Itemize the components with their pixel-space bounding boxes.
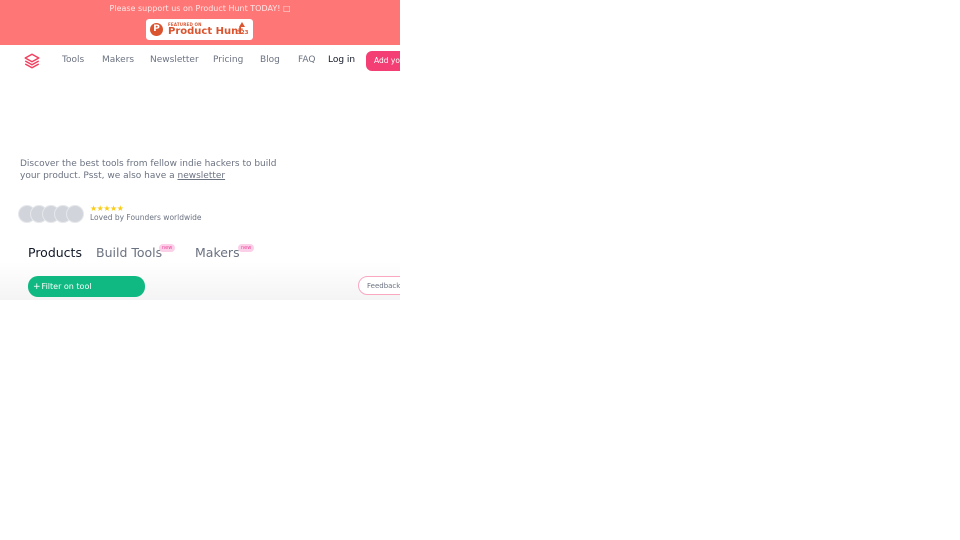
- login-link[interactable]: Log in: [328, 55, 355, 65]
- promo-banner: Please support us on Product Hunt TODAY!…: [0, 0, 400, 45]
- loved-by-text: Loved by Founders worldwide: [90, 213, 202, 222]
- product-hunt-logo-icon: P: [150, 23, 163, 36]
- nav-link-newsletter[interactable]: Newsletter: [150, 55, 199, 65]
- rating-stars-icon: ★★★★★: [90, 204, 124, 213]
- ph-upvote-count: 323: [237, 30, 249, 36]
- avatar: [66, 205, 84, 223]
- top-nav: Tools Makers Newsletter Pricing Blog FAQ…: [0, 45, 400, 77]
- description-text: Discover the best tools from fellow indi…: [20, 159, 277, 181]
- ph-name: Product Hunt: [168, 26, 243, 37]
- nav-link-pricing[interactable]: Pricing: [213, 55, 243, 65]
- product-hunt-badge[interactable]: P FEATURED ON Product Hunt 323: [146, 19, 253, 40]
- upvote-arrow-icon: [239, 22, 245, 27]
- tab-build-tools[interactable]: Build Tools: [96, 245, 162, 260]
- tab-products[interactable]: Products: [28, 245, 82, 260]
- feedback-button[interactable]: Feedback: [358, 276, 400, 295]
- new-badge: new: [159, 244, 176, 252]
- filter-on-tool-button[interactable]: +Filter on tool: [28, 276, 145, 297]
- nav-link-faq[interactable]: FAQ: [298, 55, 315, 65]
- plus-icon: +: [33, 282, 41, 292]
- avatar-group: [18, 205, 88, 224]
- nav-link-tools[interactable]: Tools: [62, 55, 84, 65]
- browser-viewport: Please support us on Product Hunt TODAY!…: [0, 0, 400, 300]
- tab-makers[interactable]: Makers: [195, 245, 240, 260]
- filter-label: Filter on tool: [41, 282, 92, 291]
- new-badge: new: [238, 244, 255, 252]
- stack-layers-icon[interactable]: [23, 52, 41, 70]
- newsletter-link[interactable]: newsletter: [177, 171, 225, 181]
- nav-link-blog[interactable]: Blog: [260, 55, 280, 65]
- add-tool-button[interactable]: Add your: [366, 51, 400, 71]
- banner-text: Please support us on Product Hunt TODAY!…: [109, 4, 291, 13]
- nav-link-makers[interactable]: Makers: [102, 55, 134, 65]
- hero-description: Discover the best tools from fellow indi…: [20, 158, 290, 182]
